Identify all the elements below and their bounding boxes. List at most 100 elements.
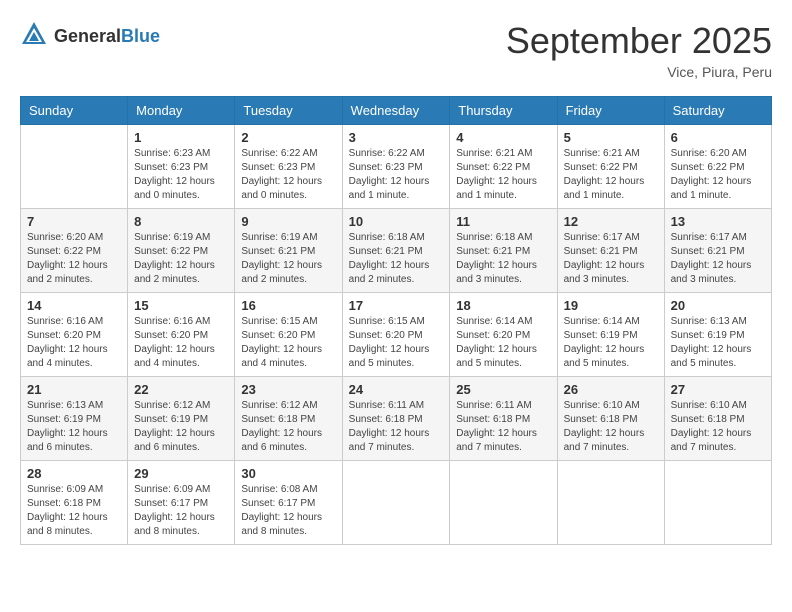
logo-general: General xyxy=(54,26,121,46)
day-info: Sunrise: 6:12 AMSunset: 6:18 PMDaylight:… xyxy=(241,399,335,455)
day-number: 26 xyxy=(564,382,658,397)
day-info: Sunrise: 6:18 AMSunset: 6:21 PMDaylight:… xyxy=(456,231,550,287)
column-header-wednesday: Wednesday xyxy=(342,97,450,125)
day-number: 21 xyxy=(27,382,121,397)
calendar-cell: 9 Sunrise: 6:19 AMSunset: 6:21 PMDaylight… xyxy=(235,209,342,293)
day-number: 9 xyxy=(241,214,335,229)
calendar-cell: 13Sunrise: 6:17 AMSunset: 6:21 PMDayligh… xyxy=(664,209,771,293)
day-number: 13 xyxy=(671,214,765,229)
location-subtitle: Vice, Piura, Peru xyxy=(506,64,772,80)
calendar-cell: 25Sunrise: 6:11 AMSunset: 6:18 PMDayligh… xyxy=(450,377,557,461)
calendar-cell: 1Sunrise: 6:23 AMSunset: 6:23 PMDaylight… xyxy=(128,125,235,209)
day-info: Sunrise: 6:21 AMSunset: 6:22 PMDaylight:… xyxy=(456,147,550,203)
page-header: GeneralBlue September 2025 Vice, Piura, … xyxy=(20,20,772,80)
day-info: Sunrise: 6:22 AMSunset: 6:23 PMDaylight:… xyxy=(349,147,444,203)
day-info: Sunrise: 6:21 AMSunset: 6:22 PMDaylight:… xyxy=(564,147,658,203)
calendar-week-row: 28 Sunrise: 6:09 AMSunset: 6:18 PMDayligh… xyxy=(21,461,772,545)
month-title: September 2025 xyxy=(506,20,772,62)
title-area: September 2025 Vice, Piura, Peru xyxy=(506,20,772,80)
calendar-cell: 28 Sunrise: 6:09 AMSunset: 6:18 PMDayligh… xyxy=(21,461,128,545)
calendar-cell: 10Sunrise: 6:18 AMSunset: 6:21 PMDayligh… xyxy=(342,209,450,293)
day-number: 19 xyxy=(564,298,658,313)
day-info: Sunrise: 6:15 AMSunset: 6:20 PMDaylight:… xyxy=(349,315,444,371)
day-number: 15 xyxy=(134,298,228,313)
day-number: 6 xyxy=(671,130,765,145)
calendar-cell: 24 Sunrise: 6:11 AMSunset: 6:18 PMDayligh… xyxy=(342,377,450,461)
calendar-cell: 26 Sunrise: 6:10 AMSunset: 6:18 PMDayligh… xyxy=(557,377,664,461)
day-number: 4 xyxy=(456,130,550,145)
day-info: Sunrise: 6:16 AMSunset: 6:20 PMDaylight:… xyxy=(27,315,121,371)
calendar-cell: 12Sunrise: 6:17 AMSunset: 6:21 PMDayligh… xyxy=(557,209,664,293)
calendar-cell: 18Sunrise: 6:14 AMSunset: 6:20 PMDayligh… xyxy=(450,293,557,377)
day-number: 7 xyxy=(27,214,121,229)
day-number: 2 xyxy=(241,130,335,145)
calendar-week-row: 7 Sunrise: 6:20 AMSunset: 6:22 PMDaylight… xyxy=(21,209,772,293)
day-number: 14 xyxy=(27,298,121,313)
logo: GeneralBlue xyxy=(20,20,160,53)
calendar-cell: 19 Sunrise: 6:14 AMSunset: 6:19 PMDayligh… xyxy=(557,293,664,377)
calendar-cell: 4 Sunrise: 6:21 AMSunset: 6:22 PMDaylight… xyxy=(450,125,557,209)
logo-blue: Blue xyxy=(121,26,160,46)
calendar-cell: 21 Sunrise: 6:13 AMSunset: 6:19 PMDayligh… xyxy=(21,377,128,461)
calendar-cell: 3Sunrise: 6:22 AMSunset: 6:23 PMDaylight… xyxy=(342,125,450,209)
day-info: Sunrise: 6:13 AMSunset: 6:19 PMDaylight:… xyxy=(671,315,765,371)
day-number: 28 xyxy=(27,466,121,481)
day-info: Sunrise: 6:11 AMSunset: 6:18 PMDaylight:… xyxy=(349,399,444,455)
day-info: Sunrise: 6:13 AMSunset: 6:19 PMDaylight:… xyxy=(27,399,121,455)
day-number: 27 xyxy=(671,382,765,397)
day-info: Sunrise: 6:20 AMSunset: 6:22 PMDaylight:… xyxy=(27,231,121,287)
calendar-cell: 17 Sunrise: 6:15 AMSunset: 6:20 PMDayligh… xyxy=(342,293,450,377)
day-number: 16 xyxy=(241,298,335,313)
day-info: Sunrise: 6:09 AMSunset: 6:18 PMDaylight:… xyxy=(27,483,121,539)
logo-text: GeneralBlue xyxy=(54,27,160,47)
day-info: Sunrise: 6:11 AMSunset: 6:18 PMDaylight:… xyxy=(456,399,550,455)
calendar-cell: 6 Sunrise: 6:20 AMSunset: 6:22 PMDaylight… xyxy=(664,125,771,209)
day-info: Sunrise: 6:18 AMSunset: 6:21 PMDaylight:… xyxy=(349,231,444,287)
calendar-header-row: SundayMondayTuesdayWednesdayThursdayFrid… xyxy=(21,97,772,125)
logo-icon xyxy=(20,20,48,53)
day-number: 29 xyxy=(134,466,228,481)
day-number: 8 xyxy=(134,214,228,229)
calendar-cell xyxy=(21,125,128,209)
day-info: Sunrise: 6:20 AMSunset: 6:22 PMDaylight:… xyxy=(671,147,765,203)
calendar-cell xyxy=(342,461,450,545)
day-info: Sunrise: 6:10 AMSunset: 6:18 PMDaylight:… xyxy=(564,399,658,455)
column-header-friday: Friday xyxy=(557,97,664,125)
column-header-tuesday: Tuesday xyxy=(235,97,342,125)
day-info: Sunrise: 6:14 AMSunset: 6:19 PMDaylight:… xyxy=(564,315,658,371)
column-header-thursday: Thursday xyxy=(450,97,557,125)
calendar-cell: 30 Sunrise: 6:08 AMSunset: 6:17 PMDayligh… xyxy=(235,461,342,545)
column-header-saturday: Saturday xyxy=(664,97,771,125)
calendar-cell: 7 Sunrise: 6:20 AMSunset: 6:22 PMDaylight… xyxy=(21,209,128,293)
day-number: 30 xyxy=(241,466,335,481)
day-number: 17 xyxy=(349,298,444,313)
calendar-cell: 14 Sunrise: 6:16 AMSunset: 6:20 PMDayligh… xyxy=(21,293,128,377)
calendar-week-row: 21 Sunrise: 6:13 AMSunset: 6:19 PMDayligh… xyxy=(21,377,772,461)
day-info: Sunrise: 6:08 AMSunset: 6:17 PMDaylight:… xyxy=(241,483,335,539)
day-info: Sunrise: 6:16 AMSunset: 6:20 PMDaylight:… xyxy=(134,315,228,371)
day-info: Sunrise: 6:15 AMSunset: 6:20 PMDaylight:… xyxy=(241,315,335,371)
day-info: Sunrise: 6:12 AMSunset: 6:19 PMDaylight:… xyxy=(134,399,228,455)
day-number: 22 xyxy=(134,382,228,397)
calendar-cell: 5 Sunrise: 6:21 AMSunset: 6:22 PMDaylight… xyxy=(557,125,664,209)
calendar-cell xyxy=(557,461,664,545)
calendar-table: SundayMondayTuesdayWednesdayThursdayFrid… xyxy=(20,96,772,545)
day-number: 5 xyxy=(564,130,658,145)
calendar-week-row: 1Sunrise: 6:23 AMSunset: 6:23 PMDaylight… xyxy=(21,125,772,209)
day-info: Sunrise: 6:23 AMSunset: 6:23 PMDaylight:… xyxy=(134,147,228,203)
day-info: Sunrise: 6:10 AMSunset: 6:18 PMDaylight:… xyxy=(671,399,765,455)
calendar-cell: 16 Sunrise: 6:15 AMSunset: 6:20 PMDayligh… xyxy=(235,293,342,377)
calendar-cell: 29 Sunrise: 6:09 AMSunset: 6:17 PMDayligh… xyxy=(128,461,235,545)
day-info: Sunrise: 6:22 AMSunset: 6:23 PMDaylight:… xyxy=(241,147,335,203)
day-number: 24 xyxy=(349,382,444,397)
day-number: 12 xyxy=(564,214,658,229)
day-number: 20 xyxy=(671,298,765,313)
calendar-week-row: 14 Sunrise: 6:16 AMSunset: 6:20 PMDayligh… xyxy=(21,293,772,377)
day-info: Sunrise: 6:09 AMSunset: 6:17 PMDaylight:… xyxy=(134,483,228,539)
day-info: Sunrise: 6:19 AMSunset: 6:22 PMDaylight:… xyxy=(134,231,228,287)
calendar-cell: 15 Sunrise: 6:16 AMSunset: 6:20 PMDayligh… xyxy=(128,293,235,377)
calendar-cell: 22 Sunrise: 6:12 AMSunset: 6:19 PMDayligh… xyxy=(128,377,235,461)
calendar-cell: 20 Sunrise: 6:13 AMSunset: 6:19 PMDayligh… xyxy=(664,293,771,377)
calendar-cell: 2 Sunrise: 6:22 AMSunset: 6:23 PMDaylight… xyxy=(235,125,342,209)
day-info: Sunrise: 6:19 AMSunset: 6:21 PMDaylight:… xyxy=(241,231,335,287)
